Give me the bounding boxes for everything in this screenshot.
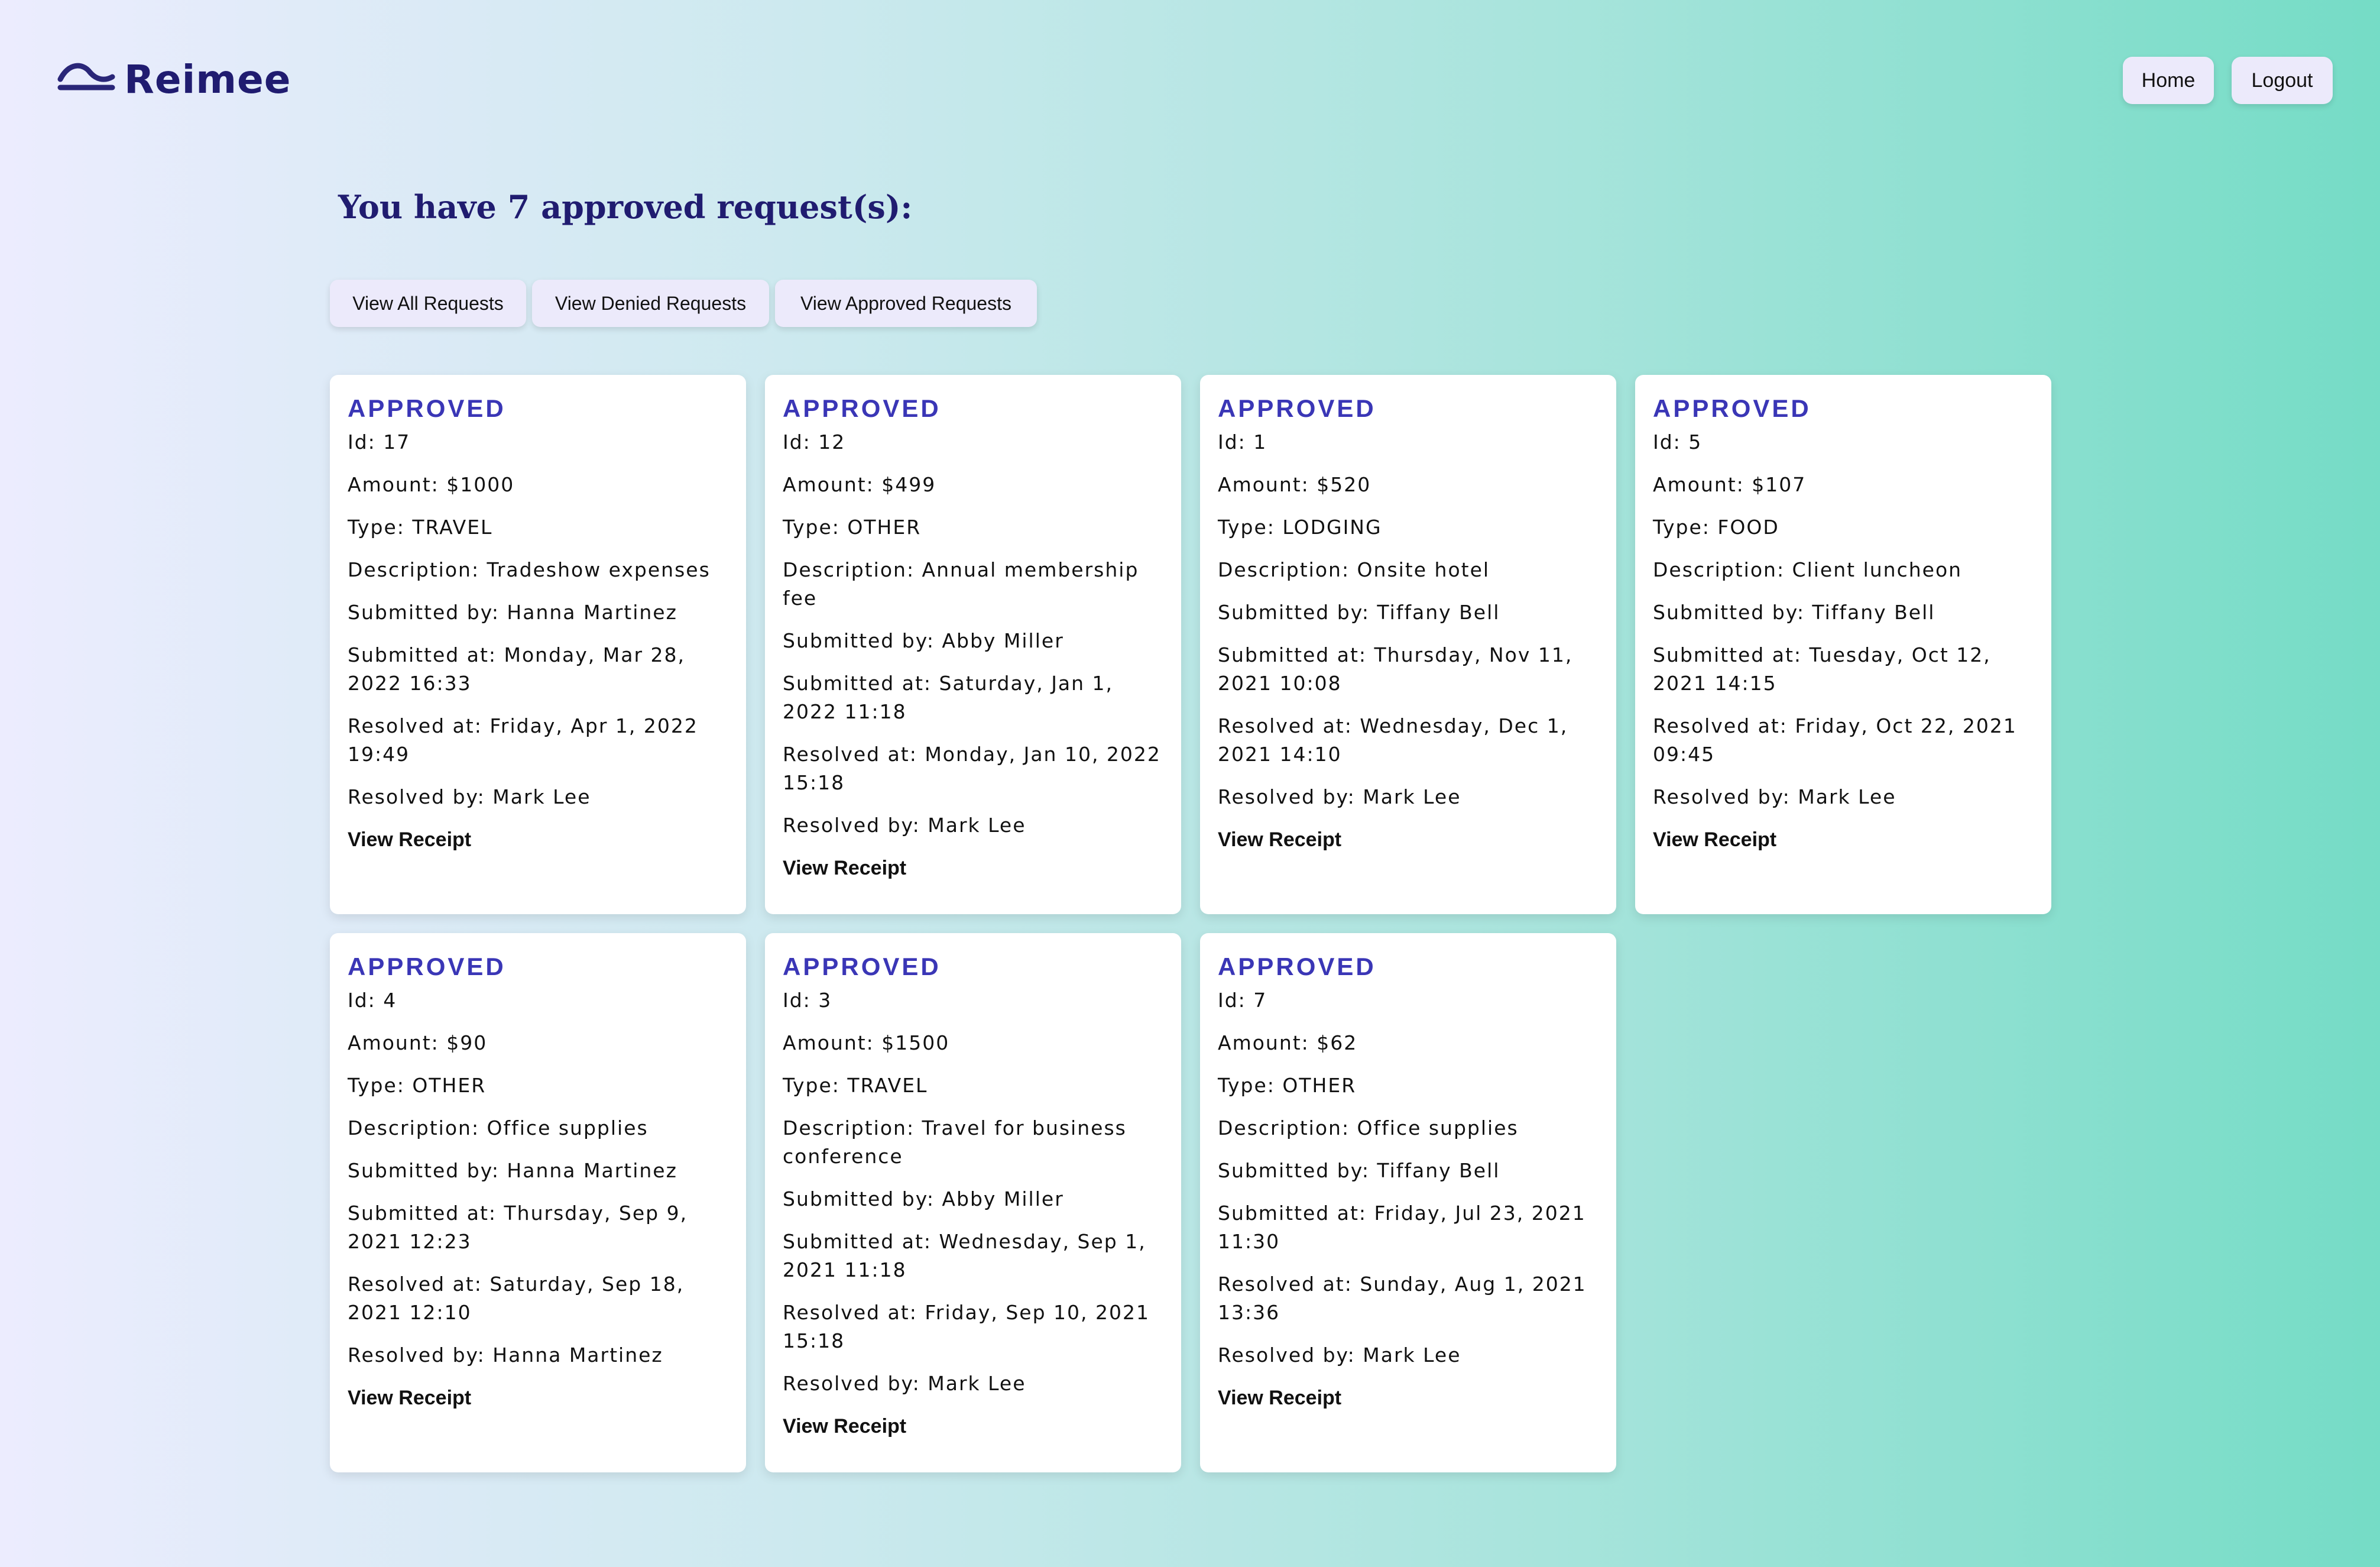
request-submitted-at: Submitted at: Monday, Mar 28, 2022 16:33: [348, 643, 685, 695]
request-resolved-by: Resolved by: Mark Lee: [783, 814, 1026, 837]
header: Reimee Home Logout: [0, 0, 2380, 154]
home-button[interactable]: Home: [2123, 57, 2214, 104]
request-card: APPROVED Id: 5 Amount: $107 Type: FOOD D…: [1635, 375, 2051, 914]
status-label: APPROVED: [1218, 394, 1376, 422]
logout-button[interactable]: Logout: [2232, 57, 2333, 104]
request-amount: Amount: $520: [1218, 473, 1371, 496]
request-resolved-at: Resolved at: Friday, Apr 1, 2022 19:49: [348, 714, 698, 766]
request-type: Type: FOOD: [1653, 516, 1779, 539]
request-type: Type: OTHER: [1218, 1074, 1357, 1097]
request-submitted-at: Submitted at: Saturday, Jan 1, 2022 11:1…: [783, 672, 1114, 723]
request-amount: Amount: $1500: [783, 1031, 950, 1054]
request-resolved-at: Resolved at: Friday, Oct 22, 2021 09:45: [1653, 714, 2017, 766]
view-receipt-link[interactable]: View Receipt: [348, 825, 728, 854]
request-id: Id: 5: [1653, 430, 1703, 454]
status-label: APPROVED: [1218, 953, 1376, 980]
request-description: Description: Onsite hotel: [1218, 558, 1490, 581]
request-card: APPROVED Id: 12 Amount: $499 Type: OTHER…: [765, 375, 1181, 914]
request-type: Type: TRAVEL: [348, 516, 493, 539]
request-card: APPROVED Id: 17 Amount: $1000 Type: TRAV…: [330, 375, 746, 914]
request-submitted-by: Submitted by: Hanna Martinez: [348, 601, 677, 624]
request-resolved-by: Resolved by: Mark Lee: [348, 785, 591, 808]
request-card: APPROVED Id: 3 Amount: $1500 Type: TRAVE…: [765, 933, 1181, 1472]
request-type: Type: OTHER: [783, 516, 922, 539]
request-card: APPROVED Id: 4 Amount: $90 Type: OTHER D…: [330, 933, 746, 1472]
request-submitted-at: Submitted at: Tuesday, Oct 12, 2021 14:1…: [1653, 643, 1991, 695]
request-description: Description: Office supplies: [348, 1116, 648, 1139]
request-resolved-at: Resolved at: Saturday, Sep 18, 2021 12:1…: [348, 1273, 685, 1324]
request-submitted-by: Submitted by: Abby Miller: [783, 1187, 1064, 1210]
request-type: Type: LODGING: [1218, 516, 1382, 539]
request-amount: Amount: $1000: [348, 473, 515, 496]
request-submitted-at: Submitted at: Friday, Jul 23, 2021 11:30: [1218, 1202, 1586, 1253]
view-receipt-link[interactable]: View Receipt: [1218, 1384, 1598, 1412]
request-submitted-at: Submitted at: Wednesday, Sep 1, 2021 11:…: [783, 1230, 1146, 1281]
view-receipt-link[interactable]: View Receipt: [783, 854, 1163, 882]
request-id: Id: 17: [348, 430, 411, 454]
request-submitted-at: Submitted at: Thursday, Sep 9, 2021 12:2…: [348, 1202, 688, 1253]
view-approved-requests-button[interactable]: View Approved Requests: [775, 280, 1037, 327]
request-amount: Amount: $90: [348, 1031, 488, 1054]
view-receipt-link[interactable]: View Receipt: [1653, 825, 2034, 854]
request-id: Id: 1: [1218, 430, 1267, 454]
page-title: You have 7 approved request(s):: [338, 188, 913, 226]
view-receipt-link[interactable]: View Receipt: [348, 1384, 728, 1412]
request-resolved-at: Resolved at: Friday, Sep 10, 2021 15:18: [783, 1301, 1150, 1352]
status-label: APPROVED: [348, 953, 506, 980]
request-resolved-at: Resolved at: Monday, Jan 10, 2022 15:18: [783, 743, 1161, 794]
view-all-requests-button[interactable]: View All Requests: [330, 280, 526, 327]
request-id: Id: 12: [783, 430, 846, 454]
request-resolved-by: Resolved by: Mark Lee: [1218, 785, 1461, 808]
request-amount: Amount: $62: [1218, 1031, 1358, 1054]
view-receipt-link[interactable]: View Receipt: [783, 1412, 1163, 1440]
view-receipt-link[interactable]: View Receipt: [1218, 825, 1598, 854]
request-id: Id: 4: [348, 989, 397, 1012]
request-submitted-by: Submitted by: Tiffany Bell: [1218, 1159, 1500, 1182]
request-description: Description: Client luncheon: [1653, 558, 1963, 581]
request-submitted-at: Submitted at: Thursday, Nov 11, 2021 10:…: [1218, 643, 1573, 695]
request-description: Description: Tradeshow expenses: [348, 558, 711, 581]
request-description: Description: Travel for business confere…: [783, 1116, 1127, 1168]
request-amount: Amount: $499: [783, 473, 936, 496]
request-amount: Amount: $107: [1653, 473, 1807, 496]
status-label: APPROVED: [783, 953, 941, 980]
request-resolved-at: Resolved at: Wednesday, Dec 1, 2021 14:1…: [1218, 714, 1568, 766]
request-id: Id: 3: [783, 989, 832, 1012]
brand-name: Reimee: [124, 57, 291, 102]
request-resolved-by: Resolved by: Mark Lee: [1218, 1343, 1461, 1367]
request-type: Type: TRAVEL: [783, 1074, 928, 1097]
request-submitted-by: Submitted by: Tiffany Bell: [1218, 601, 1500, 624]
status-label: APPROVED: [348, 394, 506, 422]
request-submitted-by: Submitted by: Abby Miller: [783, 629, 1064, 652]
request-resolved-at: Resolved at: Sunday, Aug 1, 2021 13:36: [1218, 1273, 1587, 1324]
request-resolved-by: Resolved by: Hanna Martinez: [348, 1343, 663, 1367]
view-denied-requests-button[interactable]: View Denied Requests: [532, 280, 769, 327]
status-label: APPROVED: [783, 394, 941, 422]
brand-logo[interactable]: Reimee: [57, 57, 291, 102]
request-description: Description: Annual membership fee: [783, 558, 1139, 610]
status-label: APPROVED: [1653, 394, 1811, 422]
request-card: APPROVED Id: 7 Amount: $62 Type: OTHER D…: [1200, 933, 1616, 1472]
wave-logo-icon: [57, 59, 116, 101]
request-submitted-by: Submitted by: Tiffany Bell: [1653, 601, 1935, 624]
request-description: Description: Office supplies: [1218, 1116, 1519, 1139]
request-type: Type: OTHER: [348, 1074, 487, 1097]
request-resolved-by: Resolved by: Mark Lee: [1653, 785, 1896, 808]
request-card: APPROVED Id: 1 Amount: $520 Type: LODGIN…: [1200, 375, 1616, 914]
request-submitted-by: Submitted by: Hanna Martinez: [348, 1159, 677, 1182]
request-resolved-by: Resolved by: Mark Lee: [783, 1372, 1026, 1395]
request-id: Id: 7: [1218, 989, 1267, 1012]
